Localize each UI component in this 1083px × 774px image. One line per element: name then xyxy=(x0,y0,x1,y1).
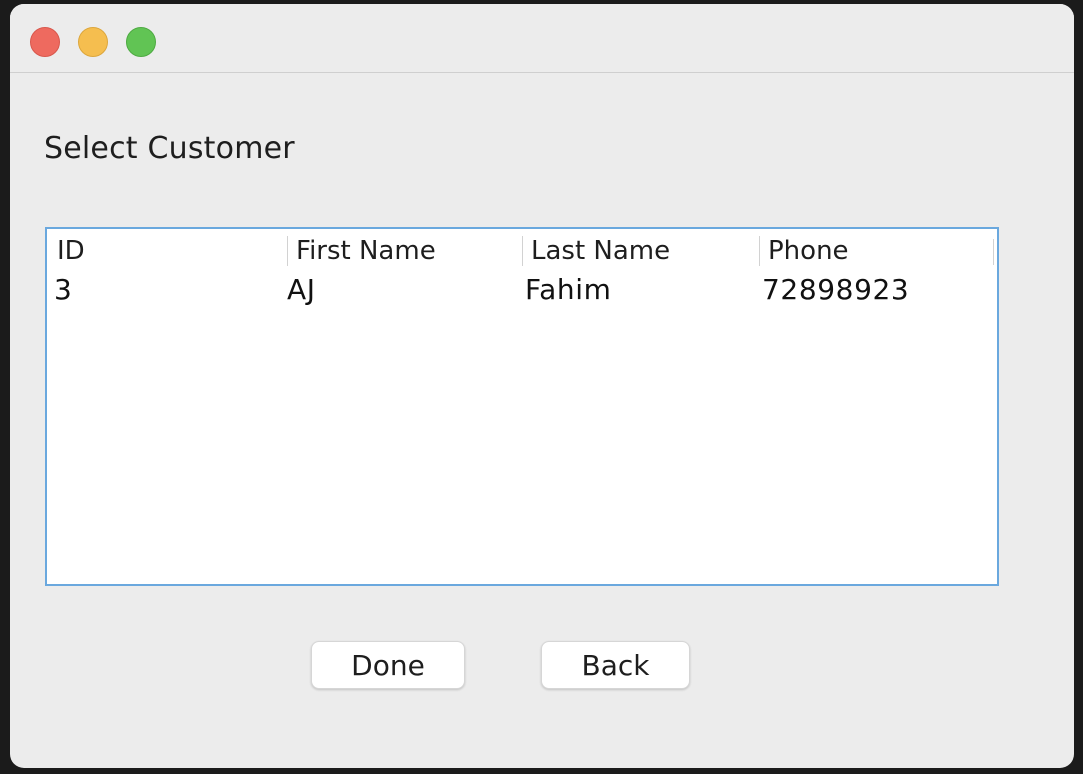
cell-phone: 72898923 xyxy=(762,273,910,306)
cell-id: 3 xyxy=(54,273,73,306)
page-title: Select Customer xyxy=(44,131,295,166)
title-bar[interactable] xyxy=(10,4,1074,73)
done-button[interactable]: Done xyxy=(311,641,465,689)
customer-table[interactable]: ID First Name Last Name Phone 3 AJ Fahim… xyxy=(45,227,999,586)
table-header: ID First Name Last Name Phone xyxy=(47,229,997,273)
column-header-last-name[interactable]: Last Name xyxy=(522,236,670,266)
minimize-window-button[interactable] xyxy=(78,27,108,57)
column-header-first-name[interactable]: First Name xyxy=(287,236,436,266)
app-window: Select Customer ID First Name Last Name … xyxy=(10,4,1074,768)
table-row[interactable]: 3 AJ Fahim 72898923 xyxy=(47,273,997,307)
column-header-id[interactable]: ID xyxy=(49,236,85,266)
back-button[interactable]: Back xyxy=(541,641,690,689)
close-window-button[interactable] xyxy=(30,27,60,57)
cell-last-name: Fahim xyxy=(525,273,612,306)
zoom-window-button[interactable] xyxy=(126,27,156,57)
column-header-phone[interactable]: Phone xyxy=(759,236,849,266)
cell-first-name: AJ xyxy=(287,273,316,306)
column-divider xyxy=(993,239,994,265)
